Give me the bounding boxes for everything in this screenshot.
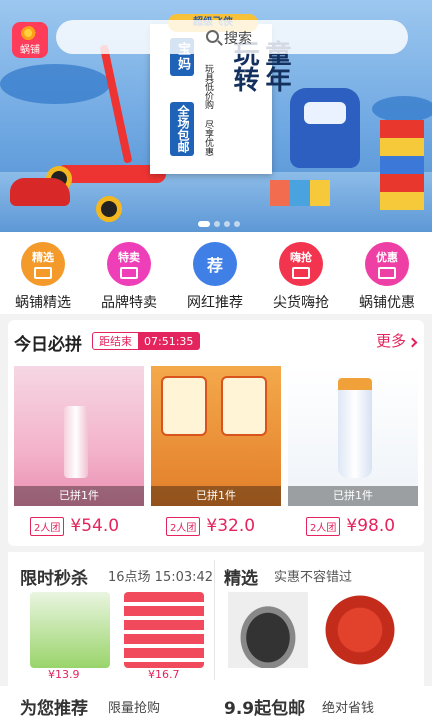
promo-banner[interactable]: 超级飞侠 宝妈 全场包邮 玩具低价购 尽享优惠 玩转 童年 蜗铺 搜索 (0, 0, 432, 232)
glyph-icon (292, 267, 310, 279)
toy-low-price-text: 玩具低价购 (203, 64, 213, 109)
pagination-dot[interactable] (234, 221, 240, 227)
banner-pagination (196, 212, 242, 231)
scooter-wheel-rear (96, 196, 122, 222)
joined-count: 已拼1件 (151, 486, 281, 506)
product-price: ¥98.0 (346, 516, 396, 536)
flash-price: ¥16.7 (148, 668, 180, 681)
toy-robot (290, 88, 360, 168)
tissue-stack-image[interactable] (124, 592, 204, 668)
section-divider (214, 560, 215, 680)
more-link[interactable]: 更多 (375, 330, 418, 351)
flash-sale-session: 16点场 15:03:42 (108, 570, 214, 585)
group-buy-section: 今日必拼 距结束 07:51:35 更多 已拼1件 2人团 ¥54.0 已拼1件… (8, 320, 424, 546)
recommend-title[interactable]: 为您推荐 (20, 694, 88, 719)
countdown-label: 距结束 (99, 335, 132, 348)
category-coupons[interactable]: 优惠 蜗铺优惠 (344, 242, 430, 312)
product-card[interactable]: 已拼1件 (288, 366, 418, 506)
bag-icon: 特卖 (107, 242, 151, 286)
category-icon-text: 特卖 (118, 251, 140, 264)
search-placeholder: 搜索 (224, 31, 252, 47)
pagination-dot[interactable] (214, 221, 220, 227)
category-nav: 精选 蜗铺精选 特卖 品牌特卖 荐 网红推荐 嗨抢 尖货嗨抢 优惠 蜗铺优惠 (0, 232, 432, 314)
group-size-badge: 2人团 (30, 516, 65, 536)
logo-text: 蜗铺 (20, 45, 40, 56)
category-icon-text: 嗨抢 (290, 251, 312, 264)
pagination-dot[interactable] (198, 221, 210, 227)
instant-noodle-image[interactable] (320, 592, 400, 668)
category-hot-deals[interactable]: 嗨抢 尖货嗨抢 (258, 242, 344, 312)
toy-car (10, 178, 70, 206)
product-price: ¥54.0 (70, 516, 120, 536)
category-featured[interactable]: 精选 蜗铺精选 (0, 242, 86, 312)
chevron-right-icon (407, 337, 418, 348)
more-label: 更多 (375, 332, 406, 350)
category-brand-sale[interactable]: 特卖 品牌特卖 (86, 242, 172, 312)
glyph-icon (34, 267, 52, 279)
scooter-handle (99, 44, 133, 164)
free-shipping-subtitle: 绝对省钱 (322, 701, 375, 716)
group-size-badge: 2人团 (166, 516, 201, 536)
joined-count: 已拼1件 (288, 486, 418, 506)
bottom-section: 为您推荐 限量抢购 9.9起包邮 绝对省钱 (0, 686, 432, 720)
section-title: 今日必拼 (14, 335, 82, 355)
search-icon (206, 30, 219, 43)
choice-subtitle: 实惠不容错过 (274, 570, 353, 585)
price-row: 2人团 ¥54.0 (30, 516, 119, 536)
shop-icon: 精选 (21, 242, 65, 286)
discount-text: 尽享优惠 (203, 120, 213, 156)
product-card[interactable]: 已拼1件 (14, 366, 144, 506)
toy-cubes (270, 180, 330, 206)
snack-chips-image (151, 366, 281, 506)
price-row: 2人团 ¥98.0 (306, 516, 395, 536)
glyph-icon (378, 267, 396, 279)
search-bar[interactable]: 搜索 (56, 20, 408, 54)
joined-count: 已拼1件 (14, 486, 144, 506)
category-influencer[interactable]: 荐 网红推荐 (172, 242, 258, 312)
category-label: 品牌特卖 (101, 295, 157, 311)
tissue-pack-image[interactable] (30, 592, 110, 668)
free-shipping-tag: 全场包邮 (170, 102, 194, 156)
category-label: 尖货嗨抢 (273, 295, 329, 311)
category-icon-text: 荐 (206, 256, 223, 275)
diamond-icon: 嗨抢 (279, 242, 323, 286)
product-card[interactable]: 已拼1件 (151, 366, 281, 506)
free-shipping-title[interactable]: 9.9起包邮 (224, 694, 305, 719)
snack-bag (221, 376, 267, 436)
rice-cooker-image[interactable] (228, 592, 308, 668)
lotion-tube (338, 378, 372, 478)
pagination-dot[interactable] (224, 221, 230, 227)
toy-blocks (380, 120, 424, 210)
whale-decoration (0, 64, 110, 104)
price-row: 2人团 ¥32.0 (166, 516, 255, 536)
coupon-icon: 优惠 (365, 242, 409, 286)
category-icon-text: 优惠 (376, 251, 398, 264)
category-label: 网红推荐 (187, 295, 243, 311)
countdown-timer: 距结束 07:51:35 (92, 332, 201, 350)
countdown-time: 07:51:35 (138, 333, 200, 349)
recommend-icon: 荐 (193, 242, 237, 286)
category-icon-text: 精选 (32, 251, 54, 264)
app-page: 超级飞侠 宝妈 全场包邮 玩具低价购 尽享优惠 玩转 童年 蜗铺 搜索 精选 蜗… (0, 0, 432, 720)
category-label: 蜗铺精选 (15, 295, 71, 311)
snack-bag (161, 376, 207, 436)
glyph-icon (120, 267, 138, 279)
flash-sale-title[interactable]: 限时秒杀 (20, 564, 88, 589)
product-price: ¥32.0 (206, 516, 256, 536)
flash-sale-section: 限时秒杀 16点场 15:03:42 ¥13.9 ¥16.7 精选 实惠不容错过 (8, 552, 424, 686)
flash-price: ¥13.9 (48, 668, 80, 681)
group-size-badge: 2人团 (306, 516, 341, 536)
recommend-subtitle: 限量抢购 (108, 701, 161, 716)
snail-icon (21, 26, 39, 40)
app-logo[interactable]: 蜗铺 (12, 22, 48, 58)
sunscreen-lotion-image (288, 366, 418, 506)
mist-spray-image (14, 366, 144, 506)
bottle-shape (64, 406, 88, 478)
category-label: 蜗铺优惠 (359, 295, 415, 311)
whale-decoration-right (372, 96, 432, 122)
choice-title[interactable]: 精选 (224, 564, 258, 589)
